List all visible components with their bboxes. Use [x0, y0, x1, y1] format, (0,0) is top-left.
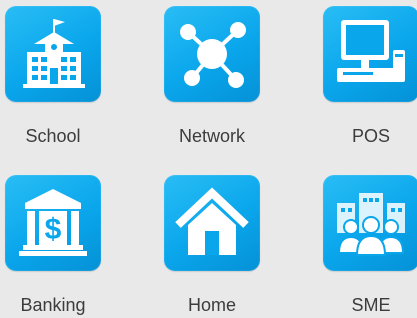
tile-label: POS: [351, 126, 390, 146]
bank-icon: $: [5, 175, 101, 271]
tile-label: SME: [351, 295, 391, 315]
svg-text:$: $: [45, 213, 62, 246]
tile-label: Home: [187, 295, 236, 315]
sme-group-icon: [323, 175, 417, 271]
school-icon: [5, 6, 101, 102]
solutions-grid: School Network POS $ Banking Home SME: [0, 0, 417, 318]
tile-label: Network: [178, 126, 245, 146]
tile-label: School: [25, 126, 81, 146]
network-icon: [164, 6, 260, 102]
home-icon: [164, 175, 260, 271]
tile-label: Banking: [20, 295, 86, 315]
pos-terminal-icon: [323, 6, 417, 102]
